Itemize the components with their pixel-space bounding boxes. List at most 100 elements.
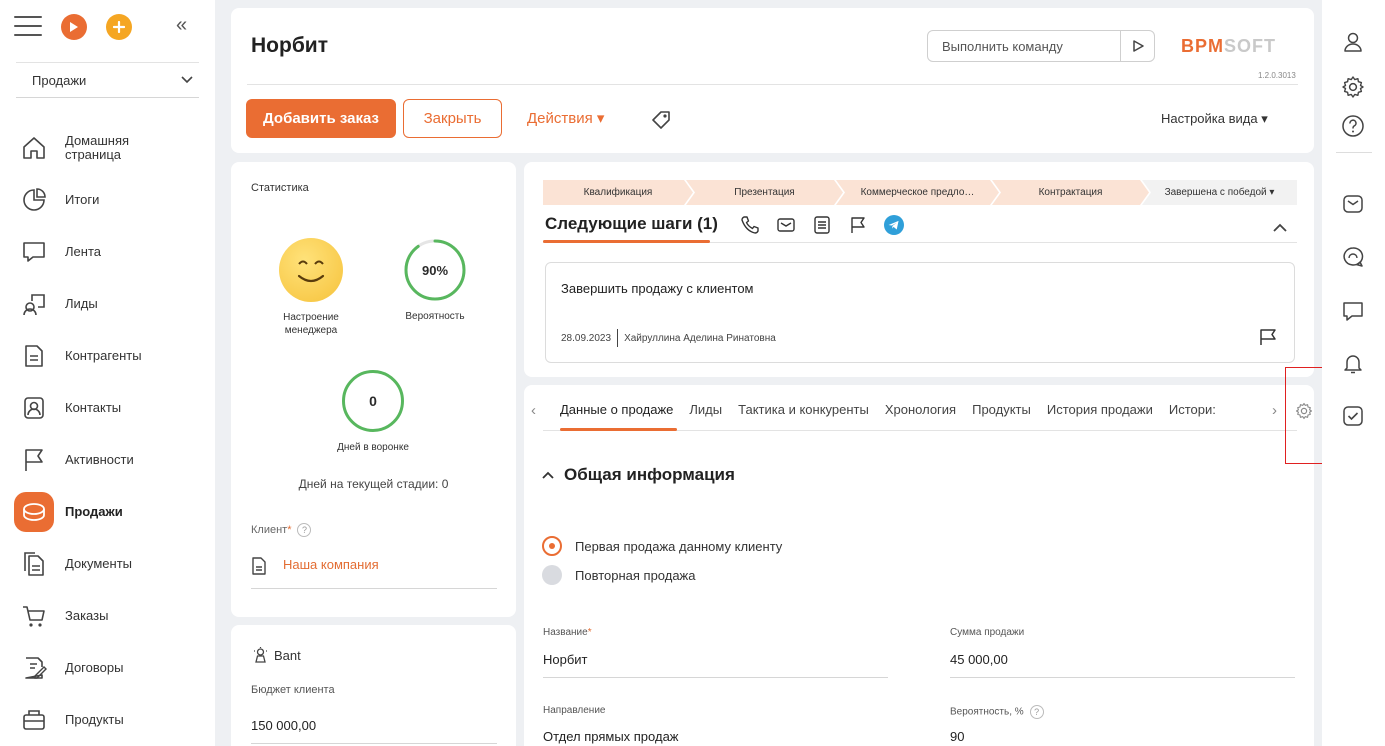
message-icon[interactable] [1339,297,1367,325]
quick-add-button[interactable] [106,14,132,40]
tag-icon[interactable] [650,109,672,131]
tabs-scroll-right-icon[interactable]: › [1272,402,1277,419]
direction-field[interactable]: Отдел прямых продаж [543,729,679,744]
tab-sale-data[interactable]: Данные о продаже [560,402,673,417]
email-icon[interactable] [775,214,797,236]
budget-field-line [251,743,497,744]
tab-sale-history[interactable]: История продажи [1047,402,1153,417]
name-label-text: Название [543,627,588,638]
help-circle-icon[interactable] [1339,112,1367,140]
email-icon[interactable] [1339,190,1367,218]
days-on-stage: Дней на текущей стадии: 0 [298,477,449,491]
task-title[interactable]: Завершить продажу с клиентом [561,281,754,296]
tasks-checkbox-icon[interactable] [1339,402,1367,430]
bpmsoft-logo: BPMSOFT [1181,36,1276,57]
add-order-button[interactable]: Добавить заказ [246,99,396,138]
run-process-button[interactable] [61,14,87,40]
menu-icon[interactable] [14,16,42,38]
probability-field[interactable]: 90 [950,729,964,744]
sidebar-item-leads[interactable]: Лиды [14,278,204,330]
profile-icon[interactable] [1339,28,1367,56]
actions-menu-button[interactable]: Действия ▾ [527,109,604,127]
run-command-button[interactable] [1120,31,1154,61]
sidebar-item-label: Активности [65,452,134,467]
logo-main: BPM [1181,36,1224,56]
telegram-icon[interactable] [883,214,905,236]
stage-contracting[interactable]: Контрактация [992,180,1149,205]
bant-card: Bant Бюджет клиента 150 000,00 [231,625,516,746]
sidebar-item-totals[interactable]: Итоги [14,174,204,226]
plus-icon [113,21,125,33]
radio-repeat-sale[interactable]: Повторная продажа [542,565,695,585]
next-steps-title[interactable]: Следующие шаги (1) [545,214,718,234]
contracts-icon [14,648,54,688]
section-select[interactable]: Продажи [16,62,199,98]
client-link[interactable]: Наша компания [283,557,379,572]
section-general-info[interactable]: Общая информация [542,465,735,485]
sidebar-item-documents[interactable]: Документы [14,538,204,590]
tab-chronology[interactable]: Хронология [885,402,956,417]
section-select-value: Продажи [32,72,87,88]
chat-icon[interactable] [1339,243,1367,271]
sidebar-item-sales[interactable]: Продажи [14,486,204,538]
sidebar-item-contracts[interactable]: Договоры [14,642,204,694]
contacts-icon [14,388,54,428]
products-icon [14,700,54,740]
page-header: Норбит BPMSOFT 1.2.0.3013 Добавить заказ… [231,8,1314,153]
view-settings-button[interactable]: Настройка вида ▾ [1161,111,1268,127]
sidebar-item-label: Домашняя страница [65,133,130,162]
budget-value[interactable]: 150 000,00 [251,718,316,733]
close-button[interactable]: Закрыть [403,99,502,138]
required-mark: * [287,523,292,536]
tab-leads[interactable]: Лиды [689,402,722,417]
sidebar-item-orders[interactable]: Заказы [14,590,204,642]
radio-checked-icon [542,536,562,556]
notification-bell-icon[interactable] [1339,349,1367,377]
sidebar-item-home[interactable]: Домашняя страница [14,122,204,174]
flag-icon[interactable] [847,214,869,236]
radio-unchecked-icon [542,565,562,585]
cart-icon [14,596,54,636]
sidebar-item-label: Итоги [65,192,100,207]
sidebar-top-bar: « [14,12,204,44]
collapse-sidebar-icon[interactable]: « [176,14,187,37]
stage-proposal[interactable]: Коммерческое предло… [836,180,999,205]
chat-bubble-icon [14,232,54,272]
help-icon[interactable]: ? [1029,705,1044,719]
sidebar-item-accounts[interactable]: Контрагенты [14,330,204,382]
sidebar-item-label: Контрагенты [65,348,142,363]
sidebar-item-contacts[interactable]: Контакты [14,382,204,434]
name-field[interactable]: Норбит [543,652,588,667]
sidebar-item-feed[interactable]: Лента [14,226,204,278]
help-icon[interactable]: ? [297,523,312,537]
name-label: Название* [543,627,592,638]
sidebar-item-products[interactable]: Продукты [14,694,204,746]
task-meta: 28.09.2023 Хайруллина Аделина Ринатовна [561,329,776,347]
radio-first-sale[interactable]: Первая продажа данному клиенту [542,536,782,556]
left-sidebar: « Продажи Домашняя страница Итоги Лента … [0,0,215,746]
flag-icon[interactable] [1258,327,1278,347]
settings-gear-icon[interactable] [1339,73,1367,101]
budget-label: Бюджет клиента [251,684,335,696]
page-title: Норбит [251,34,328,57]
stage-presentation[interactable]: Презентация [686,180,843,205]
sidebar-item-label: Продажи [65,504,123,519]
tab-products[interactable]: Продукты [972,402,1031,417]
tabs-scroll-left-icon[interactable]: ‹ [531,402,536,419]
stage-qualification[interactable]: Квалификация [543,180,693,205]
note-icon[interactable] [811,214,833,236]
tab-history-more[interactable]: Истори: [1169,402,1216,417]
task-owner: Хайруллина Аделина Ринатовна [624,332,776,344]
command-input[interactable] [928,32,1120,60]
stage-won[interactable]: Завершена с победой ▾ [1142,180,1297,205]
step-actions [739,214,919,236]
task-card[interactable]: Завершить продажу с клиентом 28.09.2023 … [545,262,1295,363]
amount-field[interactable]: 45 000,00 [950,652,1008,667]
version-label: 1.2.0.3013 [1258,71,1296,80]
sidebar-item-activities[interactable]: Активности [14,434,204,486]
tab-tactics[interactable]: Тактика и конкуренты [738,402,869,417]
sidebar-item-label: Продукты [65,712,124,727]
chevron-up-icon[interactable] [1271,219,1289,237]
home-icon [14,128,54,168]
phone-icon[interactable] [739,214,761,236]
